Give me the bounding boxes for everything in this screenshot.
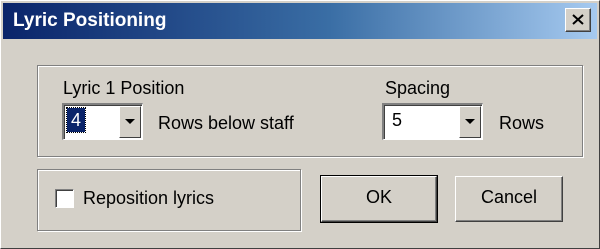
spacing-label: Spacing: [385, 78, 451, 98]
spacing-value: 5: [392, 110, 403, 130]
cancel-button-label: Cancel: [480, 187, 538, 207]
lyric-positioning-dialog: Lyric Positioning Lyric 1 Position 4 Row…: [0, 0, 600, 249]
reposition-lyrics-label[interactable]: Reposition lyrics: [83, 187, 214, 209]
reposition-lyrics-checkbox[interactable]: [55, 189, 74, 208]
lyric-position-dropdown-arrow[interactable]: [119, 106, 141, 138]
chevron-down-icon: [465, 119, 475, 124]
chevron-down-icon: [125, 119, 135, 124]
window-title: Lyric Positioning: [13, 10, 167, 31]
close-icon: [572, 14, 584, 25]
cancel-button[interactable]: Cancel: [455, 176, 563, 222]
ok-button-label: OK: [365, 187, 392, 207]
spacing-unit: Rows: [499, 113, 545, 133]
lyric-position-value: 4: [65, 107, 87, 133]
ok-button[interactable]: OK: [320, 175, 438, 223]
close-button[interactable]: [565, 8, 591, 32]
lyric-position-unit: Rows below staff: [158, 113, 294, 133]
lyric-position-label: Lyric 1 Position: [63, 78, 185, 98]
lyric-position-dropdown[interactable]: 4: [62, 103, 143, 140]
spacing-dropdown[interactable]: 5: [382, 103, 483, 140]
spacing-dropdown-arrow[interactable]: [459, 106, 481, 138]
title-bar: Lyric Positioning: [3, 3, 597, 39]
